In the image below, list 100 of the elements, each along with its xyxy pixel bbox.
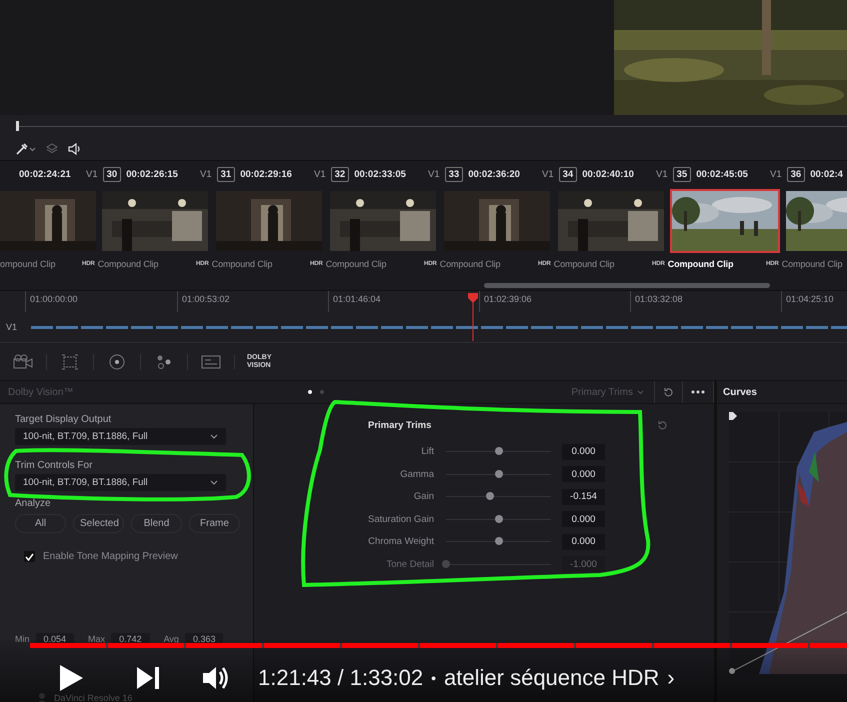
field-label: Target Display Output xyxy=(15,414,112,425)
trim-controls-dropdown[interactable]: 100-nit, BT.709, BT.1886, Full xyxy=(15,474,226,491)
time-display: 1:21:43 / 1:33:02 xyxy=(258,665,424,691)
clip-number: 31 xyxy=(216,166,236,182)
slider-thumb[interactable] xyxy=(494,470,502,478)
clip-number: 36 xyxy=(786,166,806,182)
next-button[interactable] xyxy=(136,666,160,690)
progress-bar[interactable] xyxy=(30,643,847,648)
timecode-tick: 01:01:46:04 xyxy=(333,294,381,304)
playhead[interactable] xyxy=(468,293,478,341)
field-label: Analyze xyxy=(15,498,52,509)
layers-icon[interactable] xyxy=(46,143,58,154)
analyze-button[interactable]: Blend xyxy=(131,514,182,533)
value-field[interactable]: 0.000 xyxy=(562,534,605,550)
stat-label: Max xyxy=(88,634,106,644)
chapter-title[interactable]: atelier séquence HDR xyxy=(444,665,660,691)
reset-icon[interactable] xyxy=(663,386,674,398)
playhead-marker[interactable] xyxy=(16,121,19,131)
clip-number: 34 xyxy=(558,166,578,182)
chapter-chevron[interactable]: › xyxy=(667,665,675,691)
value-field[interactable]: -0.154 xyxy=(562,488,605,505)
timecode-tick: 01:02:39:06 xyxy=(484,294,532,304)
camera-icon[interactable] xyxy=(13,354,33,370)
analyze-button[interactable]: Selected xyxy=(73,514,124,533)
field-label: Trim Controls For xyxy=(15,460,94,471)
slider-thumb[interactable] xyxy=(494,514,502,523)
stat-label: Min xyxy=(15,634,30,644)
clip-timecode: 00:02:36:20 xyxy=(468,168,520,180)
grid-icon[interactable] xyxy=(61,354,79,370)
slider[interactable] xyxy=(446,514,551,524)
control-point[interactable] xyxy=(729,412,737,420)
control-point[interactable] xyxy=(729,668,735,674)
slider-label: Gamma xyxy=(399,468,434,480)
clip-label: Compound Clip xyxy=(326,259,386,269)
track-label: V1 xyxy=(428,168,440,180)
slider-label: Chroma Weight xyxy=(367,536,434,548)
analyze-button[interactable]: Frame xyxy=(189,514,240,533)
clip-label: ompound Clip xyxy=(0,259,56,269)
clip-timecode: 00:02:26:15 xyxy=(126,168,178,180)
checkbox[interactable] xyxy=(24,551,35,562)
clip-number: 35 xyxy=(672,166,692,182)
separator: • xyxy=(431,670,436,686)
clip-label: Compound Clip xyxy=(782,259,842,269)
clip-timecode: 00:02:45:05 xyxy=(696,168,748,180)
play-button[interactable] xyxy=(58,664,84,692)
person-icon xyxy=(36,692,48,702)
clip-timecode: 00:02:29:16 xyxy=(240,168,292,180)
timecode-tick: 01:00:00:00 xyxy=(30,294,78,304)
clip-label: Compound Clip xyxy=(212,259,272,269)
slider-label: Saturation Gain xyxy=(366,514,434,525)
nodes-icon[interactable] xyxy=(155,354,173,370)
more-icon[interactable] xyxy=(691,390,705,394)
track-label: V1 xyxy=(770,168,782,180)
value-field[interactable]: 0.000 xyxy=(562,466,605,482)
slider[interactable] xyxy=(446,447,551,456)
caret-icon xyxy=(210,480,218,485)
slider-thumb[interactable] xyxy=(486,492,494,500)
value-field[interactable]: 0.000 xyxy=(562,444,605,460)
track-label: V1 xyxy=(314,168,326,180)
section-title: Primary Trims xyxy=(368,420,432,431)
track-label: V1 xyxy=(5,322,18,332)
scrollbar[interactable] xyxy=(484,283,770,288)
volume-button[interactable] xyxy=(202,665,230,691)
clip-timecode: 00:02:24:21 xyxy=(19,168,71,180)
slider[interactable] xyxy=(446,470,551,479)
target-display-dropdown[interactable]: 100-nit, BT.709, BT.1886, Full xyxy=(15,428,226,445)
track-label: V1 xyxy=(200,168,212,180)
slider-thumb[interactable] xyxy=(494,537,502,546)
slider-thumb[interactable] xyxy=(494,447,502,456)
timecode-tick: 01:03:32:08 xyxy=(635,294,683,304)
clip-number: 32 xyxy=(330,166,350,182)
panel-title: Curves xyxy=(723,386,757,398)
timecode-tick: 01:00:53:02 xyxy=(182,294,230,304)
panel-title: Dolby Vision™ xyxy=(7,386,74,398)
clip-label: Compound Clip xyxy=(98,259,158,269)
caret-icon xyxy=(210,434,218,439)
clip-timecode: 00:02:4 xyxy=(810,168,843,180)
slider[interactable] xyxy=(446,537,551,546)
page-dot[interactable] xyxy=(320,390,324,394)
speaker-icon[interactable] xyxy=(68,142,82,154)
checkbox-label: Enable Tone Mapping Preview xyxy=(43,551,178,562)
track-label: V1 xyxy=(656,168,668,180)
timecode-tick: 01:04:25:10 xyxy=(786,294,834,304)
app-name: DaVinci Resolve 16 xyxy=(54,693,132,702)
clip-label: Compound Clip xyxy=(668,259,734,269)
reset-icon[interactable] xyxy=(657,420,668,431)
clip-label: Compound Clip xyxy=(554,259,614,269)
slider-label: Lift xyxy=(420,446,434,458)
track-label: V1 xyxy=(86,168,98,180)
analyze-button[interactable]: All xyxy=(15,514,66,533)
eyedropper-icon[interactable] xyxy=(16,142,36,154)
slider[interactable] xyxy=(446,492,551,502)
circle-icon[interactable] xyxy=(109,354,125,370)
value-field[interactable]: 0.000 xyxy=(562,511,605,528)
clip-number: 30 xyxy=(102,166,122,182)
clip-number: 33 xyxy=(444,166,464,182)
slider-label: Tone Detail xyxy=(385,558,434,570)
clip-label: Compound Clip xyxy=(440,259,500,269)
page-dot[interactable] xyxy=(308,390,312,394)
track-label: V1 xyxy=(542,168,554,180)
